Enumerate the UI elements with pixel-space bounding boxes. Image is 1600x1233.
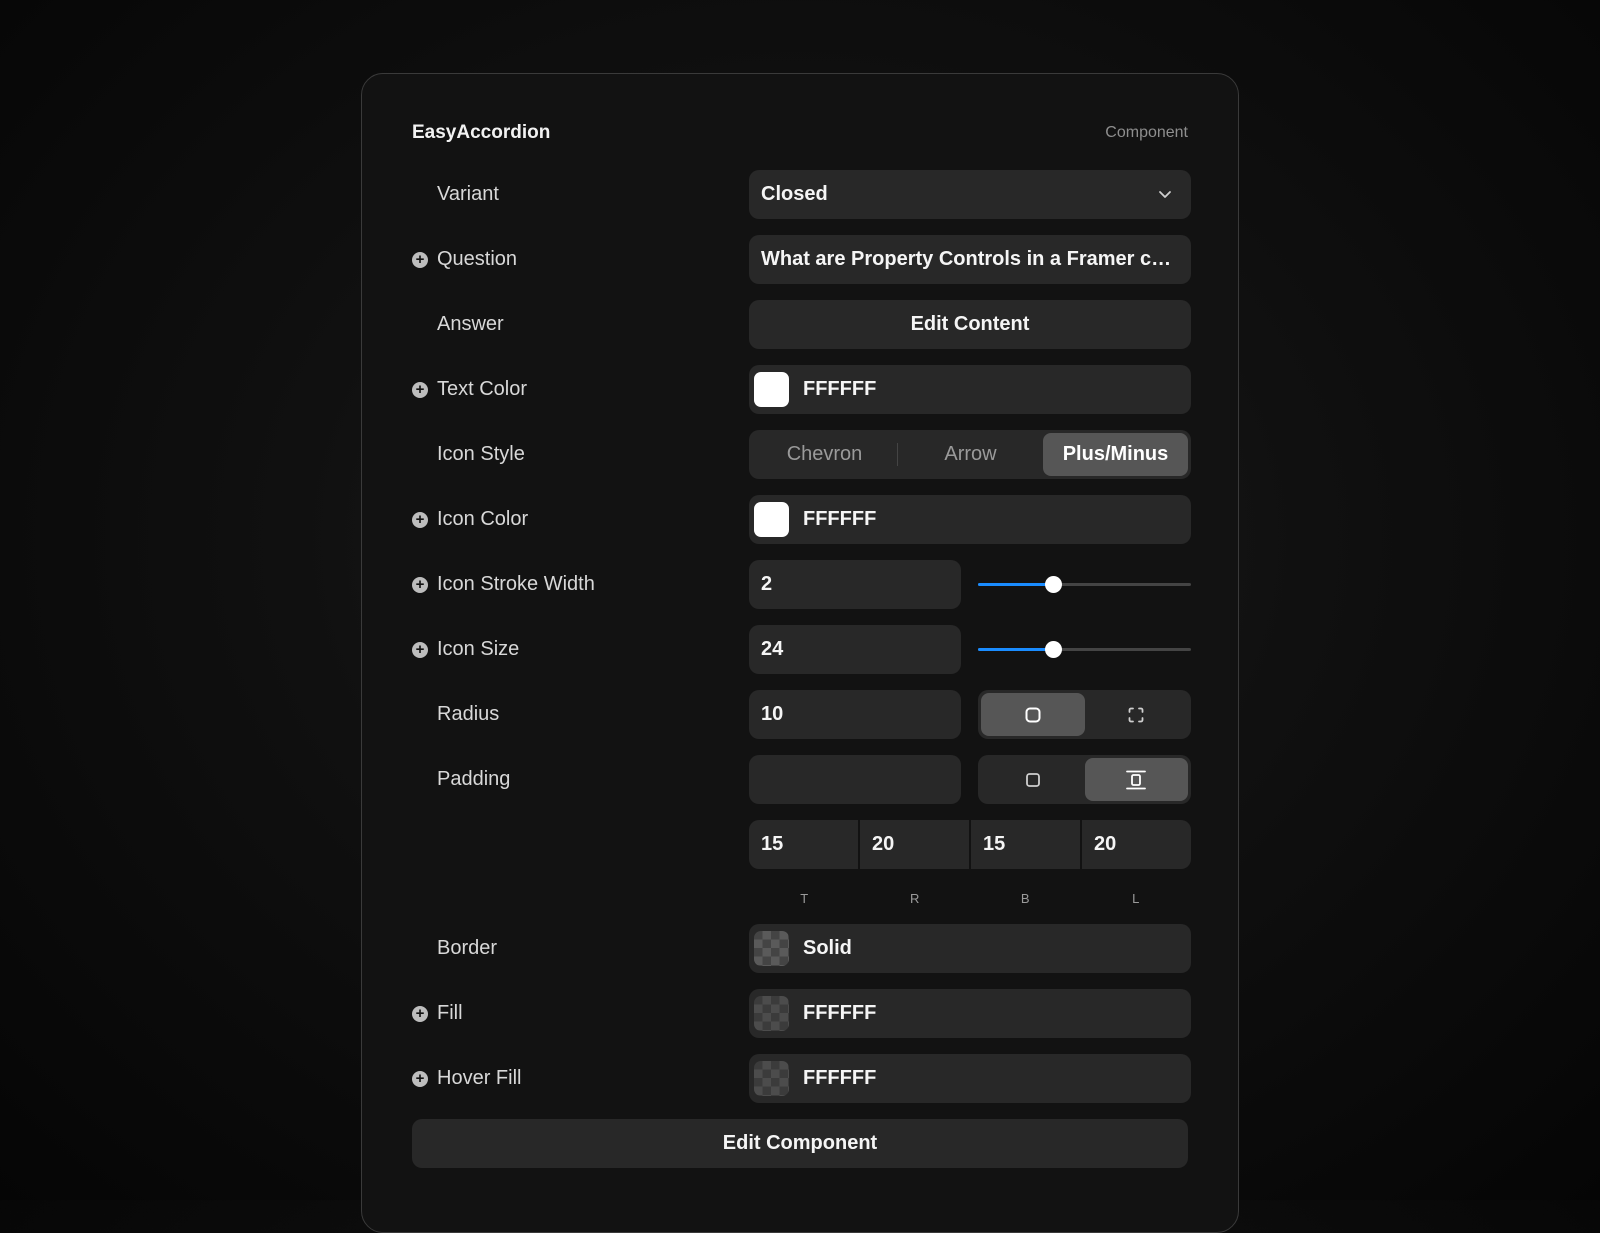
icon-size-input[interactable]: 24 [749,625,961,674]
padding-top-input[interactable]: 15 [749,820,858,869]
variant-row: Variant Closed [412,170,1191,219]
slider-handle[interactable] [1044,576,1062,593]
icon-color-label: Icon Color [437,508,529,530]
icon-color-row: + Icon Color FFFFFF [412,495,1191,544]
hover-fill-value: FFFFFF [803,1067,877,1089]
icon-style-segmented-control: Chevron Arrow Plus/Minus [749,430,1191,479]
variant-select[interactable]: Closed [749,170,1191,219]
padding-sides-inputs: 15 20 15 20 [749,820,1191,869]
edit-content-button[interactable]: Edit Content [749,300,1191,349]
slider-fill [978,648,1053,651]
fill-row: + Fill FFFFFF [412,989,1191,1038]
radius-input[interactable]: 10 [749,690,961,739]
plus-circle-icon[interactable]: + [412,576,428,593]
question-label: Question [437,248,518,270]
answer-row: Answer Edit Content [412,300,1191,349]
hover-fill-label: Hover Fill [437,1067,522,1089]
padding-right-label: R [910,891,920,906]
icon-stroke-width-input[interactable]: 2 [749,560,961,609]
fill-label: Fill [437,1002,463,1024]
padding-right-input[interactable]: 20 [860,820,969,869]
plus-circle-icon[interactable]: + [412,641,428,658]
hover-fill-input[interactable]: FFFFFF [749,1054,1191,1103]
variant-value: Closed [761,183,828,205]
padding-input[interactable] [749,755,961,804]
text-color-value: FFFFFF [803,378,877,400]
individual-corners-icon[interactable] [1085,693,1189,736]
padding-left-input[interactable]: 20 [1082,820,1191,869]
radius-row: Radius 10 [412,690,1191,739]
fill-input[interactable]: FFFFFF [749,989,1191,1038]
icon-color-input[interactable]: FFFFFF [749,495,1191,544]
padding-side-labels: T R B L [749,891,1191,911]
radius-label: Radius [437,703,500,725]
padding-sides-row: 15 20 15 20 [412,820,1191,869]
icon-size-row: + Icon Size 24 [412,625,1191,674]
icon-size-label: Icon Size [437,638,520,660]
icon-style-label: Icon Style [437,443,525,465]
plus-circle-icon[interactable]: + [412,1005,428,1022]
property-panel: EasyAccordion Component Variant Closed +… [361,73,1239,1233]
question-input[interactable]: What are Property Controls in a Framer c… [749,235,1191,284]
icon-stroke-width-label: Icon Stroke Width [437,573,595,595]
question-row: + Question What are Property Controls in … [412,235,1191,284]
answer-label: Answer [437,313,504,335]
color-swatch[interactable] [754,502,789,537]
icon-color-value: FFFFFF [803,508,877,530]
border-swatch[interactable] [754,931,789,966]
slider-fill [978,583,1053,586]
fill-value: FFFFFF [803,1002,877,1024]
edit-component-button[interactable]: Edit Component [412,1119,1188,1168]
hover-fill-row: + Hover Fill FFFFFF [412,1054,1191,1103]
icon-size-value: 24 [761,638,784,660]
chevron-down-icon [1159,191,1171,198]
padding-side-labels-row: T R B L [412,891,1188,911]
uniform-corners-icon[interactable] [981,693,1085,736]
icon-stroke-width-slider[interactable] [978,560,1191,609]
text-color-input[interactable]: FFFFFF [749,365,1191,414]
question-value: What are Property Controls in a Framer c… [761,248,1173,270]
panel-header: EasyAccordion Component [412,122,1188,144]
padding-bottom-input[interactable]: 15 [971,820,1080,869]
padding-row: Padding [412,755,1191,804]
border-row: Border Solid [412,924,1191,973]
padding-mode-toggle [978,755,1191,804]
icon-size-slider[interactable] [978,625,1191,674]
plus-circle-icon[interactable]: + [412,511,428,528]
plus-circle-icon[interactable]: + [412,1070,428,1087]
color-swatch[interactable] [754,1061,789,1096]
color-swatch[interactable] [754,996,789,1031]
text-color-row: + Text Color FFFFFF [412,365,1191,414]
radius-value: 10 [761,703,784,725]
variant-label: Variant [437,183,499,205]
uniform-padding-icon[interactable] [981,758,1085,801]
padding-bottom-label: B [1020,891,1030,906]
plus-circle-icon[interactable]: + [412,251,428,268]
individual-padding-icon[interactable] [1084,758,1188,801]
icon-style-option-plus-minus[interactable]: Plus/Minus [1043,433,1188,476]
icon-style-option-arrow[interactable]: Arrow [898,433,1043,476]
border-label: Border [437,937,498,959]
padding-top-label: T [800,891,809,906]
padding-left-label: L [1132,891,1140,906]
text-color-label: Text Color [437,378,528,400]
icon-stroke-width-row: + Icon Stroke Width 2 [412,560,1191,609]
radius-mode-toggle [978,690,1191,739]
icon-style-row: Icon Style Chevron Arrow Plus/Minus [412,430,1191,479]
slider-handle[interactable] [1044,641,1062,658]
icon-stroke-width-value: 2 [761,573,773,595]
border-input[interactable]: Solid [749,924,1191,973]
component-type-label: Component [1105,124,1188,141]
color-swatch[interactable] [754,372,789,407]
component-title: EasyAccordion [412,122,551,143]
icon-style-option-chevron[interactable]: Chevron [752,433,897,476]
border-value: Solid [803,937,852,959]
plus-circle-icon[interactable]: + [412,381,428,398]
padding-label: Padding [437,768,511,790]
